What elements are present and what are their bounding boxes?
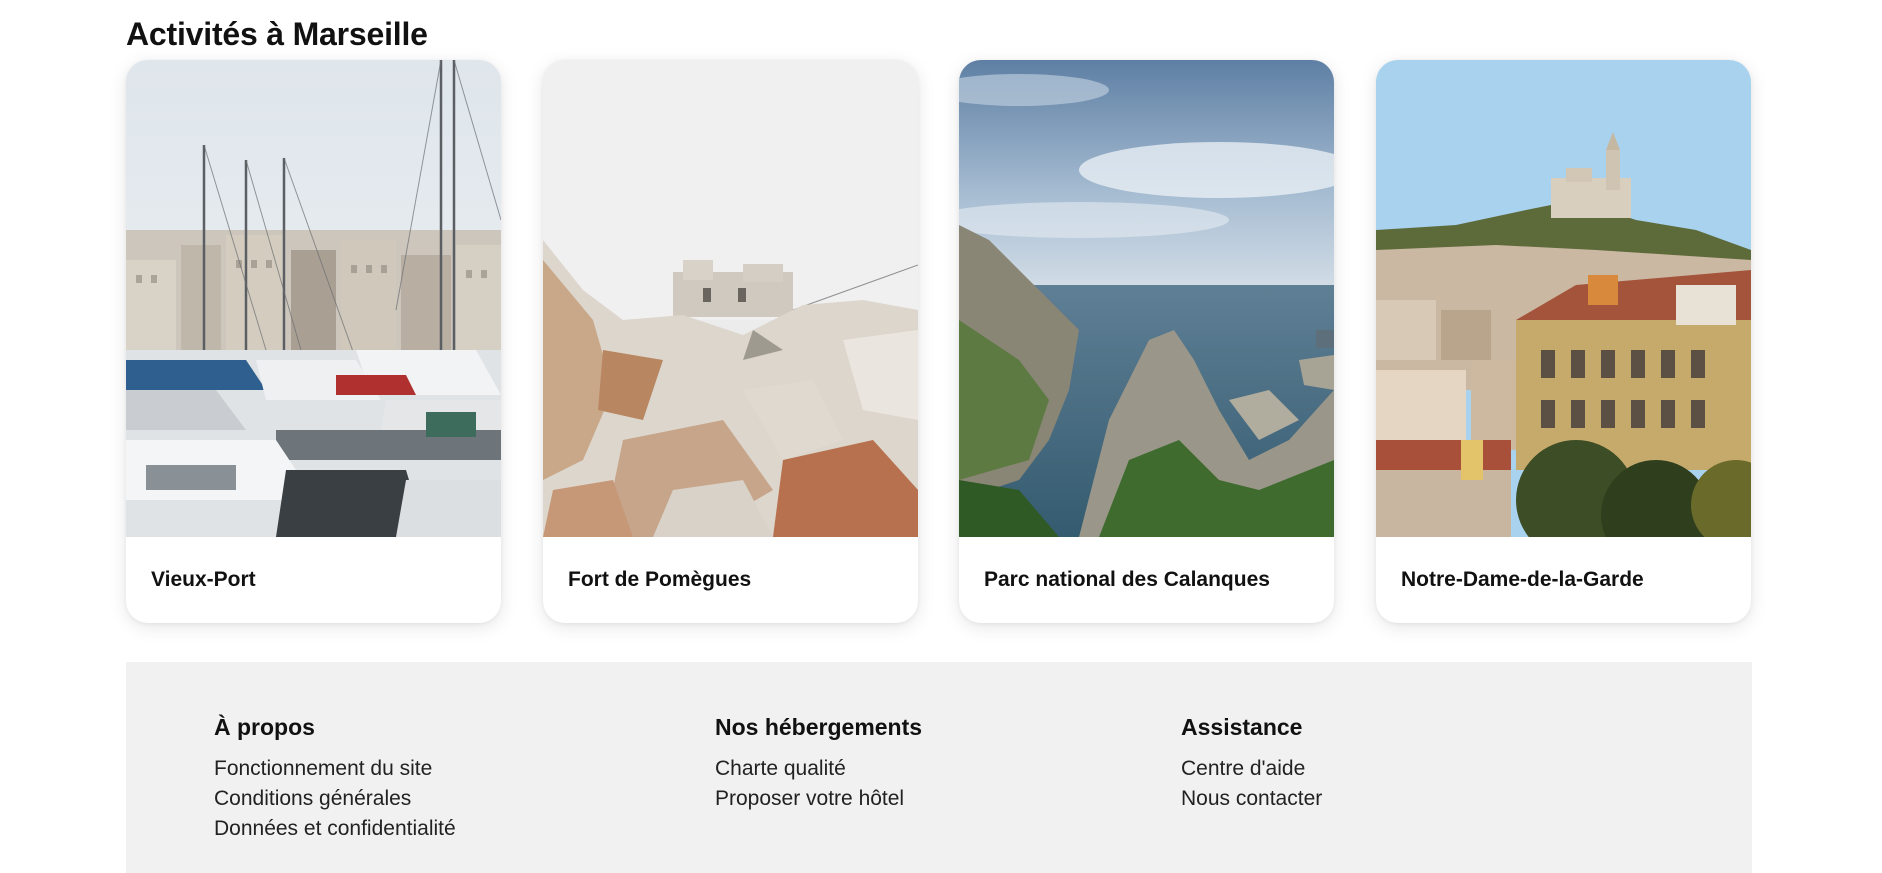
footer-link-how-it-works[interactable]: Fonctionnement du site (214, 754, 456, 784)
footer-heading: Nos hébergements (715, 714, 923, 740)
footer-link-propose-hotel[interactable]: Proposer votre hôtel (715, 784, 922, 814)
footer-link-help-center[interactable]: Centre d'aide (1181, 754, 1322, 784)
footer-column-about: À propos Fonctionnement du site Conditio… (214, 714, 456, 844)
vieux-port-photo (126, 60, 501, 537)
footer-link-terms[interactable]: Conditions générales (214, 784, 456, 814)
footer-link-quality-charter[interactable]: Charte qualité (715, 754, 922, 784)
activity-card-parc-national-des-calanques[interactable]: Parc national des Calanques (959, 60, 1334, 623)
footer-link-contact[interactable]: Nous contacter (1181, 784, 1322, 814)
calanques-photo (959, 60, 1334, 537)
footer-column-accommodations: Nos hébergements Charte qualité Proposer… (715, 714, 922, 814)
fort-de-pomegues-photo (543, 60, 918, 537)
footer-heading: Assistance (1181, 714, 1303, 740)
footer-link-privacy[interactable]: Données et confidentialité (214, 814, 456, 844)
notre-dame-de-la-garde-photo (1376, 60, 1751, 537)
card-title: Notre-Dame-de-la-Garde (1401, 568, 1644, 591)
section-title: Activités à Marseille (126, 16, 428, 52)
footer-heading: À propos (214, 714, 315, 740)
site-footer: À propos Fonctionnement du site Conditio… (126, 662, 1752, 873)
activities-grid: Vieux-Port Fort de Pomègues Parc nationa… (126, 60, 1752, 623)
activity-card-fort-de-pomegues[interactable]: Fort de Pomègues (543, 60, 918, 623)
footer-column-support: Assistance Centre d'aide Nous contacter (1181, 714, 1322, 814)
card-title: Vieux-Port (151, 568, 256, 591)
activity-card-vieux-port[interactable]: Vieux-Port (126, 60, 501, 623)
activity-card-notre-dame-de-la-garde[interactable]: Notre-Dame-de-la-Garde (1376, 60, 1751, 623)
card-title: Fort de Pomègues (568, 568, 752, 591)
card-title: Parc national des Calanques (984, 568, 1270, 591)
